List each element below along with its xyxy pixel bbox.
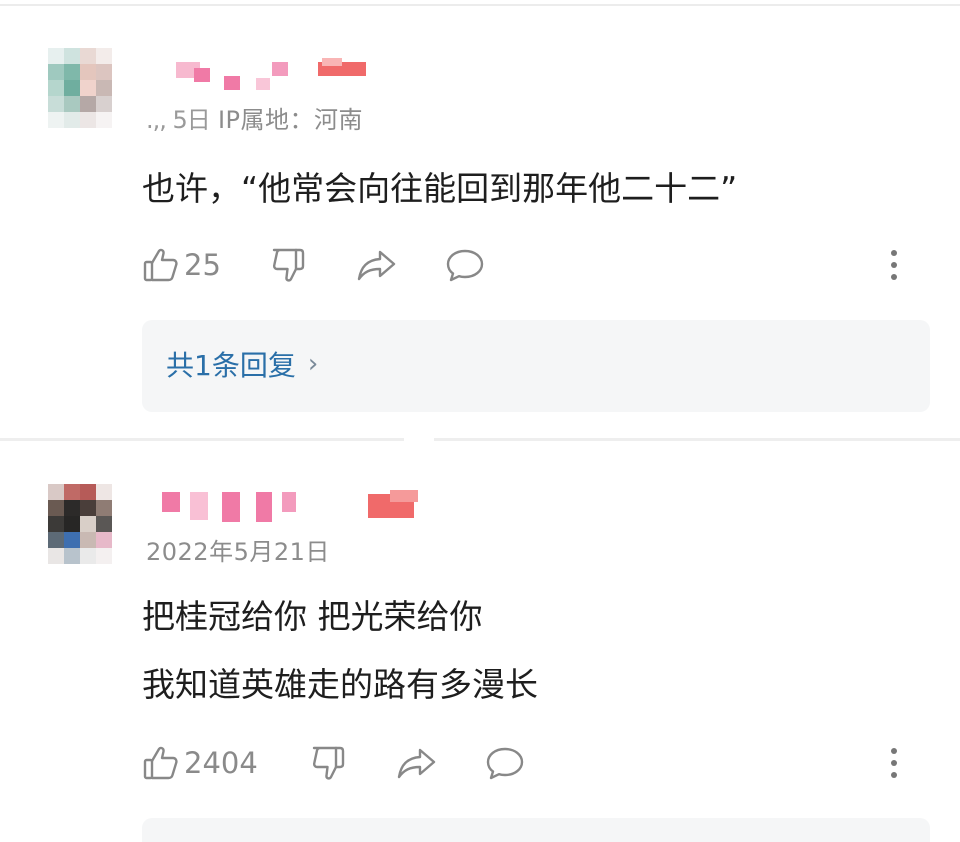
more-options-button[interactable] bbox=[888, 738, 900, 788]
comment-actions: 2404 bbox=[142, 738, 942, 788]
view-replies-link[interactable]: 共1条回复 › bbox=[166, 344, 318, 384]
speech-bubble-icon bbox=[444, 246, 486, 284]
comment-actions: 25 bbox=[142, 240, 942, 290]
more-vertical-icon bbox=[891, 250, 897, 256]
share-button[interactable] bbox=[396, 738, 438, 788]
reply-button[interactable] bbox=[444, 240, 486, 290]
replies-panel: 共1条回复 › bbox=[142, 320, 930, 412]
more-vertical-icon bbox=[891, 748, 897, 754]
comment-item: 2022年5月21日 把桂冠给你 把光荣给你 我知道英雄走的路有多漫长 2404 bbox=[0, 440, 960, 842]
like-count: 2404 bbox=[184, 746, 258, 780]
dislike-button[interactable] bbox=[310, 738, 348, 788]
replies-count-label: 共1条回复 bbox=[166, 349, 296, 382]
thumbs-up-icon bbox=[142, 246, 180, 284]
dislike-button[interactable] bbox=[270, 240, 308, 290]
avatar[interactable] bbox=[48, 48, 112, 128]
more-dot bbox=[891, 274, 897, 280]
avatar[interactable] bbox=[48, 484, 112, 564]
username-redacted[interactable] bbox=[158, 488, 428, 528]
username-redacted[interactable] bbox=[168, 56, 378, 96]
share-arrow-icon bbox=[356, 246, 398, 284]
comment-date: 2022年5月21日 bbox=[146, 538, 330, 566]
chevron-right-icon: › bbox=[307, 349, 319, 379]
comment-date: .,, 5日 bbox=[146, 106, 211, 134]
comment-text-line: 我知道英雄走的路有多漫长 bbox=[142, 665, 538, 704]
comment-meta: .,, 5日 IP属地：河南 bbox=[146, 100, 363, 135]
more-dot bbox=[891, 760, 897, 766]
share-arrow-icon bbox=[396, 744, 438, 782]
replies-panel bbox=[142, 818, 930, 842]
thumbs-down-icon bbox=[270, 246, 308, 284]
more-dot bbox=[891, 262, 897, 268]
comment-feed: .,, 5日 IP属地：河南 也许，“他常会向往能回到那年他二十二” 25 共1… bbox=[0, 0, 960, 842]
more-options-button[interactable] bbox=[888, 240, 900, 290]
share-button[interactable] bbox=[356, 240, 398, 290]
comment-text: 也许，“他常会向往能回到那年他二十二” bbox=[142, 169, 738, 208]
like-button[interactable]: 25 bbox=[142, 240, 221, 290]
reply-button[interactable] bbox=[484, 738, 526, 788]
like-count: 25 bbox=[184, 248, 221, 282]
thumbs-up-icon bbox=[142, 744, 180, 782]
comment-item: .,, 5日 IP属地：河南 也许，“他常会向往能回到那年他二十二” 25 共1… bbox=[0, 0, 960, 440]
thumbs-down-icon bbox=[310, 744, 348, 782]
speech-bubble-icon bbox=[484, 744, 526, 782]
ip-location: IP属地：河南 bbox=[217, 106, 363, 134]
like-button[interactable]: 2404 bbox=[142, 738, 258, 788]
comment-text-line: 把桂冠给你 把光荣给你 bbox=[142, 597, 483, 636]
more-dot bbox=[891, 772, 897, 778]
